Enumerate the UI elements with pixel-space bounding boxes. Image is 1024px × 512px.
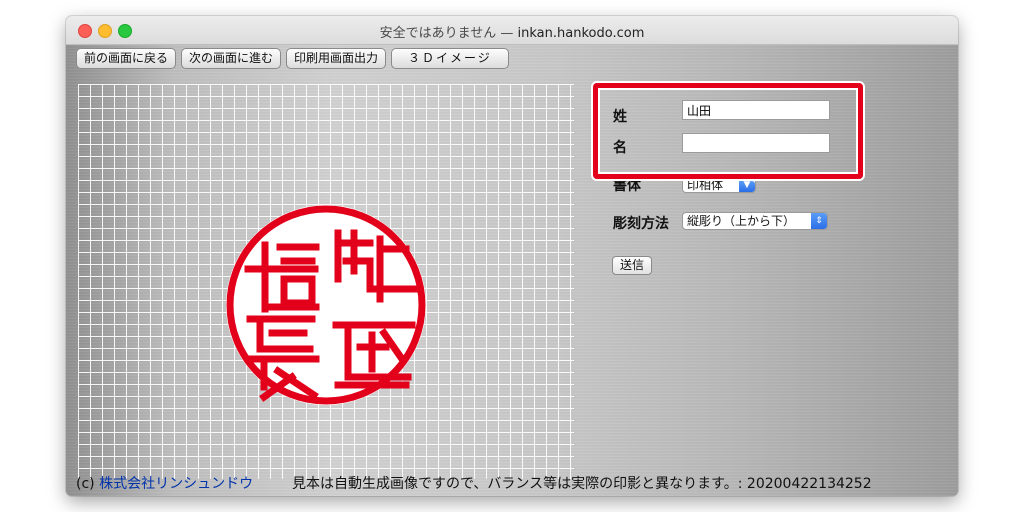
chevron-down-icon: ▼ (739, 181, 755, 192)
font-style-value: 印相体 (687, 181, 724, 192)
seal-stamp-image (226, 205, 426, 405)
chevron-updown-icon: ⇕ (811, 213, 827, 229)
3d-image-button[interactable]: ３Ｄイメージ (391, 48, 509, 69)
nav-toolbar: 前の画面に戻る 次の画面に進む 印刷用画面出力 ３Ｄイメージ (76, 48, 509, 69)
company-link[interactable]: 株式会社リンシュンドウ (99, 476, 253, 492)
footer: (c) 株式会社リンシュンドウ 見本は自動生成画像ですので、バランス等は実際の印… (76, 473, 872, 493)
given-name-input[interactable] (682, 133, 830, 153)
font-style-label: 書体 (613, 181, 641, 193)
surname-label: 姓 (613, 109, 627, 125)
sample-notice: 見本は自動生成画像ですので、バランス等は実際の印影と異なります。: 202004… (291, 476, 872, 492)
submit-button[interactable]: 送信 (612, 256, 653, 275)
back-button[interactable]: 前の画面に戻る (76, 48, 177, 69)
engraving-method-value: 縦彫り（上から下） (687, 214, 796, 228)
forward-button[interactable]: 次の画面に進む (181, 48, 282, 69)
security-warning: 安全ではありません — (379, 26, 514, 41)
given-name-label: 名 (613, 140, 627, 156)
engraving-method-label: 彫刻方法 (613, 216, 669, 232)
font-style-select[interactable]: 印相体 ▼ (682, 181, 756, 193)
print-view-button[interactable]: 印刷用画面出力 (286, 48, 387, 69)
engraving-method-select[interactable]: 縦彫り（上から下） ⇕ (682, 212, 828, 230)
copyright-mark: (c) (76, 476, 95, 492)
page-host: inkan.hankodo.com (517, 26, 645, 41)
window-title: 安全ではありません — inkan.hankodo.com (66, 22, 958, 41)
surname-input[interactable]: 山田 (682, 100, 830, 120)
browser-window: 安全ではありません — inkan.hankodo.com 前の画面に戻る 次の… (66, 16, 958, 496)
title-bar: 安全ではありません — inkan.hankodo.com (66, 16, 958, 45)
name-input-highlight (593, 83, 863, 179)
page-content: 前の画面に戻る 次の画面に進む 印刷用画面出力 ３Ｄイメージ 姓 山田 名 書体… (66, 45, 958, 496)
